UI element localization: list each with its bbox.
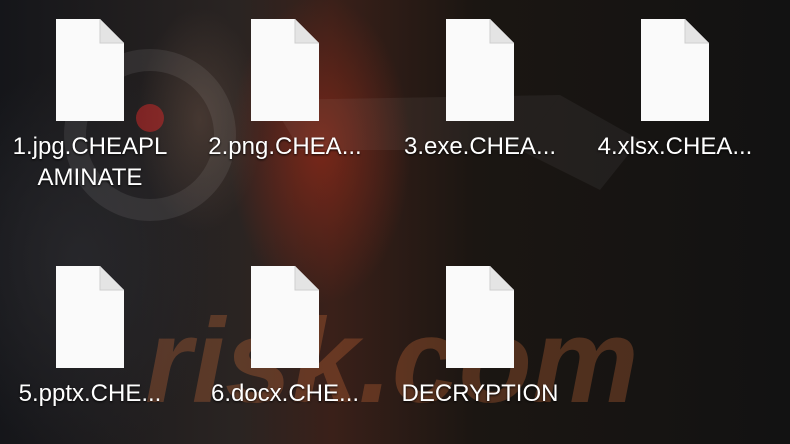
file-icon-6[interactable]: 6.docx.CHE... (205, 262, 365, 409)
blank-document-icon (251, 19, 319, 121)
file-icon-7[interactable]: DECRYPTION (400, 262, 560, 409)
blank-document-icon (446, 266, 514, 368)
file-label-6: 6.docx.CHE... (210, 380, 360, 407)
file-icon-4[interactable]: 4.xlsx.CHEA... (595, 15, 755, 162)
file-icon-2[interactable]: 2.png.CHEA... (205, 15, 365, 162)
blank-document-icon (641, 19, 709, 121)
file-icon-3[interactable]: 3.exe.CHEA... (400, 15, 560, 162)
blank-document-icon (446, 19, 514, 121)
file-label-3: 3.exe.CHEA... (403, 133, 557, 160)
blank-document-icon (56, 266, 124, 368)
file-icon-1[interactable]: 1.jpg.CHEAPLAMINATE (10, 15, 170, 193)
file-label-7: DECRYPTION (401, 380, 559, 407)
file-label-4: 4.xlsx.CHEA... (597, 133, 753, 160)
blank-document-icon (56, 19, 124, 121)
file-icon-5[interactable]: 5.pptx.CHE... (10, 262, 170, 409)
blank-document-icon (251, 266, 319, 368)
file-label-1: 1.jpg.CHEAPLAMINATE (12, 133, 168, 191)
file-label-5: 5.pptx.CHE... (18, 380, 162, 407)
file-label-2: 2.png.CHEA... (208, 133, 362, 160)
